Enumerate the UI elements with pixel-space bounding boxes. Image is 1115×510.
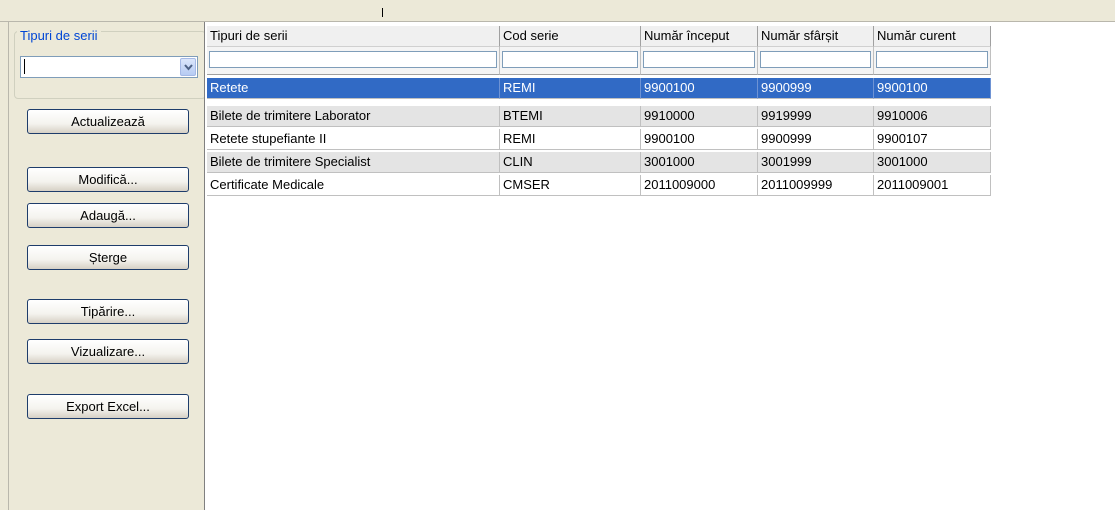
- series-grid-area: Tipuri de serii Cod serie Număr început …: [204, 22, 1115, 510]
- table-row[interactable]: Retete stupefiante II REMI 9900100 99009…: [207, 129, 991, 150]
- table-cell: 9900100: [641, 78, 758, 99]
- grid-header: Tipuri de serii Cod serie Număr început …: [207, 26, 991, 47]
- table-cell: REMI: [500, 78, 641, 99]
- table-cell: 9910006: [874, 106, 991, 127]
- refresh-button[interactable]: Actualizează: [27, 109, 189, 134]
- table-cell: 9900107: [874, 129, 991, 150]
- table-cell: 3001999: [758, 152, 874, 173]
- filter-cell: [874, 47, 991, 75]
- add-button[interactable]: Adaugă...: [27, 203, 189, 228]
- filter-cell: [207, 47, 500, 75]
- filter-input-series-type[interactable]: [209, 50, 497, 68]
- filter-input-series-code[interactable]: [502, 50, 638, 68]
- table-cell: 3001000: [641, 152, 758, 173]
- text-caret: [24, 59, 25, 74]
- table-cell: Retete stupefiante II: [207, 129, 500, 150]
- series-type-legend: Tipuri de serii: [17, 29, 101, 43]
- table-cell: 9900100: [874, 78, 991, 99]
- table-cell: 9910000: [641, 106, 758, 127]
- export-excel-button[interactable]: Export Excel...: [27, 394, 189, 419]
- filter-cell: [500, 47, 641, 75]
- grid-filter-row: [207, 47, 991, 75]
- caret-mark: [382, 8, 383, 17]
- table-cell: CLIN: [500, 152, 641, 173]
- table-cell: 2011009001: [874, 175, 991, 196]
- table-cell: 3001000: [874, 152, 991, 173]
- left-panel: Tipuri de serii Actualizează Modifică...…: [8, 22, 206, 510]
- column-header[interactable]: Tipuri de serii: [207, 26, 500, 47]
- preview-button[interactable]: Vizualizare...: [27, 339, 189, 364]
- dropdown-arrow-icon[interactable]: [180, 58, 196, 76]
- table-cell: Certificate Medicale: [207, 175, 500, 196]
- filter-cell: [641, 47, 758, 75]
- table-row[interactable]: Retete REMI 9900100 9900999 9900100: [207, 78, 991, 99]
- print-button[interactable]: Tipărire...: [27, 299, 189, 324]
- table-cell: 9919999: [758, 106, 874, 127]
- table-cell: 2011009000: [641, 175, 758, 196]
- filter-input-end-number[interactable]: [760, 50, 871, 68]
- top-bar: [0, 0, 1115, 22]
- column-header[interactable]: Număr sfârșit: [758, 26, 874, 47]
- table-cell: 9900999: [758, 78, 874, 99]
- filter-cell: [758, 47, 874, 75]
- table-cell: Retete: [207, 78, 500, 99]
- table-row[interactable]: Bilete de trimitere Laborator BTEMI 9910…: [207, 106, 991, 127]
- filter-input-current-number[interactable]: [876, 50, 988, 68]
- table-row[interactable]: Certificate Medicale CMSER 2011009000 20…: [207, 175, 991, 196]
- modify-button[interactable]: Modifică...: [27, 167, 189, 192]
- table-cell: BTEMI: [500, 106, 641, 127]
- table-cell: 9900100: [641, 129, 758, 150]
- delete-button[interactable]: Șterge: [27, 245, 189, 270]
- column-header[interactable]: Număr curent: [874, 26, 991, 47]
- table-cell: CMSER: [500, 175, 641, 196]
- table-cell: Bilete de trimitere Laborator: [207, 106, 500, 127]
- series-type-group: Tipuri de serii: [14, 29, 206, 99]
- table-cell: 2011009999: [758, 175, 874, 196]
- table-cell: REMI: [500, 129, 641, 150]
- column-header[interactable]: Cod serie: [500, 26, 641, 47]
- table-cell: Bilete de trimitere Specialist: [207, 152, 500, 173]
- filter-input-start-number[interactable]: [643, 50, 755, 68]
- series-type-select[interactable]: [20, 56, 198, 78]
- column-header[interactable]: Număr început: [641, 26, 758, 47]
- table-cell: 9900999: [758, 129, 874, 150]
- table-row[interactable]: Bilete de trimitere Specialist CLIN 3001…: [207, 152, 991, 173]
